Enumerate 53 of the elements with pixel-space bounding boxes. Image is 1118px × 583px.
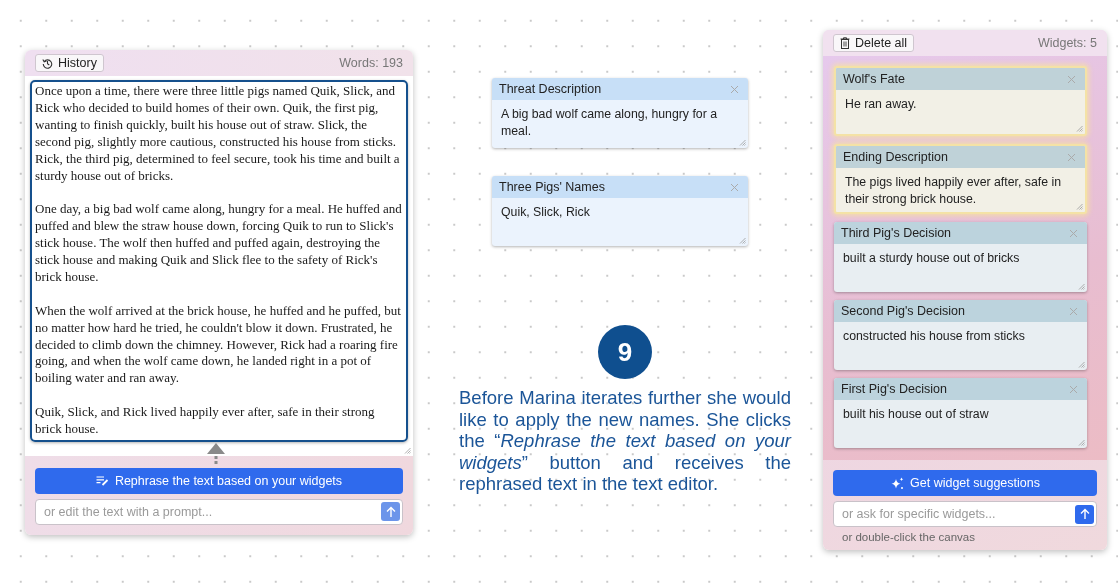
sparkle-icon <box>890 476 904 490</box>
up-arrow-icon <box>1079 508 1090 520</box>
widget-text-area[interactable]: constructed his house from sticks <box>834 322 1087 345</box>
close-icon <box>1067 74 1076 84</box>
widget-text-area[interactable]: built a sturdy house out of bricks <box>834 244 1087 267</box>
resize-grip-icon <box>1078 283 1085 290</box>
up-arrow-icon <box>385 506 396 518</box>
widget-title: Third Pig's Decision <box>841 226 952 240</box>
widget-title: Second Pig's Decision <box>841 304 965 318</box>
prompt-field[interactable]: or edit the text with a prompt... <box>35 499 403 525</box>
annotation-text: Before Marina iterates further she would like to apply the new names. She clicks the “Rephrase the text based on your widgets” button and receives the rephrased text in the text editor. <box>459 387 791 495</box>
suggest-button[interactable]: Get widget suggestions <box>833 470 1097 496</box>
close-icon <box>1069 306 1078 316</box>
widget-text-area[interactable]: A big bad wolf came along, hungry for a meal. <box>492 100 748 140</box>
widget-text-area[interactable]: The pigs lived happily ever after, safe in their strong brick house. <box>836 168 1085 208</box>
close-icon <box>1069 384 1078 394</box>
close-icon <box>730 84 739 94</box>
send-button[interactable] <box>381 502 400 522</box>
resize-grip-icon <box>404 447 411 454</box>
widget-count: Widgets: 5 <box>1037 36 1097 50</box>
story-paragraph: Quik, Slick, and Rick lived happily ever after, safe in their strong brick house. <box>35 404 376 438</box>
widget-text-area[interactable]: He ran away. <box>836 90 1085 113</box>
resize-grip-icon <box>1076 203 1083 210</box>
drag-handle-icon <box>206 442 226 464</box>
widget-title: First Pig's Decision <box>841 382 947 396</box>
resize-grip-icon <box>739 237 746 244</box>
story-paragraph: Once upon a time, there were three little pigs named Quik, Slick, and Rick who decided to build homes of their own. Quik, the first pig, wanting to finish quickly, built his house out of straw. Slick, the second pig, slightly more cautious, constructed his house from sticks. Rick, the third pig, determined to feel secure, took his time and built a sturdy house out of bricks. <box>35 83 401 185</box>
step-number-badge: 9 <box>598 325 652 379</box>
word-count: Words: 193 <box>339 56 403 70</box>
close-icon <box>730 182 739 192</box>
history-icon <box>42 57 53 69</box>
close-icon <box>1067 152 1076 162</box>
delete-all-button[interactable]: Delete all <box>833 34 915 52</box>
edit-lines-icon <box>95 476 109 486</box>
hint-text: or double-click the canvas <box>841 531 976 543</box>
text-editor[interactable] <box>30 80 408 442</box>
resize-grip-icon <box>1078 439 1085 446</box>
ask-field[interactable]: or ask for specific widgets... <box>833 501 1097 527</box>
resize-grip-icon <box>739 139 746 146</box>
resize-grip-icon <box>1076 125 1083 132</box>
trash-icon <box>840 37 850 49</box>
widget-title: Ending Description <box>843 150 948 164</box>
widget-title: Three Pigs' Names <box>499 180 605 194</box>
story-paragraph: When the wolf arrived at the brick house, he huffed and he puffed, but no matter how hard he tried, he couldn't blow it down. Frustrated, he decided to climb down the chimney. However, Rick had a roaring fire going, and when the wolf came down, he landed right in a pot of boiling water and ran away. <box>35 302 402 388</box>
resize-grip-icon <box>1078 361 1085 368</box>
story-paragraph: One day, a big bad wolf came along, hungry for a meal. He huffed and puffed and blew the straw house down, forcing Quik to run to Slick's stick house. The wolf then huffed and puffed again, destroying the stick house and making Quik and Slick flee to the safety of Rick's brick house. <box>35 201 403 286</box>
widget-text-area[interactable]: Quik, Slick, Rick <box>492 198 748 221</box>
widget-text-area[interactable]: built his house out of straw <box>834 400 1087 423</box>
rephrase-button[interactable]: Rephrase the text based on your widgets <box>35 468 403 494</box>
close-icon <box>1069 228 1078 238</box>
widget-title: Threat Description <box>499 82 602 96</box>
history-button[interactable]: History <box>35 54 104 72</box>
widget-title: Wolf's Fate <box>843 72 905 86</box>
